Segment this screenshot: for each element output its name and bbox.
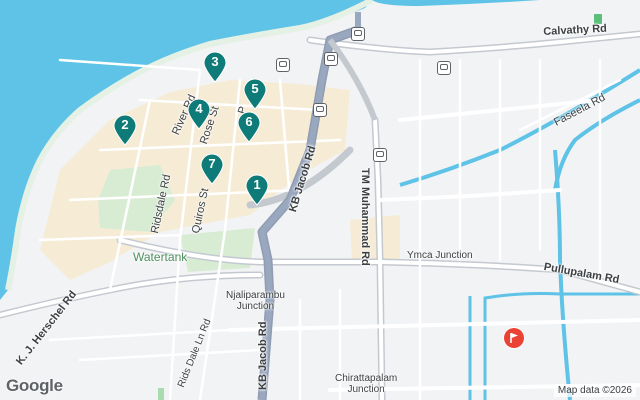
- marker-label: 5: [251, 81, 259, 96]
- map-base-layer: [0, 0, 640, 400]
- map-marker-6[interactable]: 6: [236, 111, 262, 143]
- map-marker-5[interactable]: 5: [242, 78, 268, 110]
- google-logo[interactable]: Google: [6, 376, 63, 396]
- map-marker-7[interactable]: 7: [199, 153, 225, 185]
- marker-label: 4: [195, 101, 203, 116]
- flag-icon: [510, 333, 518, 343]
- transit-stop-icon[interactable]: [276, 58, 290, 72]
- marker-label: 1: [253, 177, 261, 192]
- map-marker-2[interactable]: 2: [112, 114, 138, 146]
- map-attribution[interactable]: Map data ©2026: [553, 384, 636, 397]
- place-label-watertank: Watertank: [133, 250, 188, 264]
- marker-label: 2: [121, 117, 129, 132]
- transit-stop-icon[interactable]: [324, 52, 338, 66]
- transit-stop-icon[interactable]: [351, 27, 365, 41]
- place-label-ymca-junction: Ymca Junction: [407, 250, 473, 261]
- transit-stop-icon[interactable]: [313, 103, 327, 117]
- map-canvas[interactable]: Calvathy Rd Faseela Rd River Rd Rose St …: [0, 0, 640, 400]
- map-marker-4[interactable]: 4: [186, 98, 212, 130]
- map-marker-3[interactable]: 3: [202, 51, 228, 83]
- destination-marker[interactable]: [504, 328, 524, 348]
- street-label-kb-jacob-rd-south: KB Jacob Rd: [257, 321, 269, 390]
- marker-label: 3: [211, 54, 219, 69]
- place-label-chirattapalam-junction: Chirattapalam Junction: [335, 373, 398, 395]
- transit-stop-icon[interactable]: [437, 61, 451, 75]
- marker-label: 6: [245, 114, 253, 129]
- place-label-njaliparambu-junction: Njaliparambu Junction: [226, 290, 285, 312]
- street-label-tm-muhammad-rd: TM Muhammad Rd: [359, 168, 371, 266]
- marker-label: 7: [208, 156, 216, 171]
- transit-stop-icon[interactable]: [373, 148, 387, 162]
- map-marker-1[interactable]: 1: [244, 174, 270, 206]
